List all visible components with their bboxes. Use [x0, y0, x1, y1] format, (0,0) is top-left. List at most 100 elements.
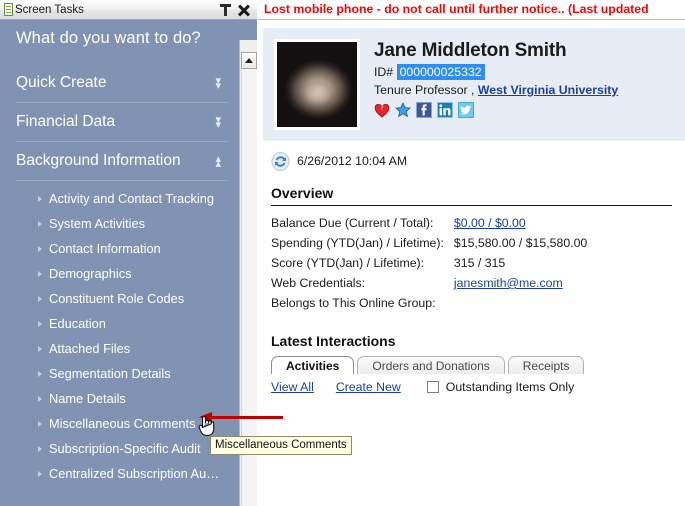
panel-title: Screen Tasks [15, 3, 84, 16]
overview-value: $0.00 / $0.00 [454, 213, 587, 233]
group-label: Background Information [16, 152, 181, 169]
scroll-up-arrow-icon[interactable] [241, 52, 257, 69]
profile-card: Jane Middleton Smith ID# 000000025332 Te… [263, 28, 685, 141]
main-content: Lost mobile phone - do not call until fu… [258, 0, 685, 506]
triangle-right-icon [38, 320, 42, 327]
panel-titlebar: Screen Tasks [0, 0, 257, 20]
chevron-down-icon: ▾ ▾ [215, 75, 220, 92]
sidebar-item-education[interactable]: Education [0, 311, 239, 336]
sidebar-item-constituent-role-codes[interactable]: Constituent Role Codes [0, 286, 239, 311]
profile-id-value[interactable]: 000000025332 [396, 64, 485, 80]
triangle-right-icon [38, 395, 42, 402]
sidebar-item-centralized-subscription-audit[interactable]: Centralized Subscription Au… [0, 461, 239, 486]
background-information-items: Activity and Contact Tracking System Act… [0, 181, 239, 486]
sidebar-item-activity-and-contact-tracking[interactable]: Activity and Contact Tracking [0, 186, 239, 211]
overview-value: 315 / 315 [453, 256, 506, 270]
profile-id-label: ID# [374, 65, 394, 79]
interactions-toolbar: View All Create New Outstanding Items On… [271, 374, 685, 394]
sidebar-item-label: Education [49, 316, 106, 331]
triangle-right-icon [38, 220, 42, 227]
chevron-down-icon: ▾ ▾ [215, 114, 220, 131]
panel-grip-icon [4, 3, 13, 16]
application-window: Screen Tasks What do you want to do? Qui… [0, 0, 685, 506]
profile-info: Jane Middleton Smith ID# 000000025332 Te… [360, 39, 675, 118]
last-updated-timestamp: 6/26/2012 10:04 AM [297, 154, 408, 168]
group-quick-create[interactable]: Quick Create ▾ ▾ [16, 64, 228, 103]
overview-label: Spending (YTD(Jan) / Lifetime): [271, 236, 444, 250]
sidebar-item-contact-information[interactable]: Contact Information [0, 236, 239, 261]
linkedin-icon[interactable] [437, 102, 453, 118]
group-financial-data[interactable]: Financial Data ▾ ▾ [16, 103, 228, 142]
sidebar-item-label: Demographics [49, 266, 132, 281]
overview-value: $15,580.00 / $15,580.00 [453, 236, 588, 250]
tab-receipts[interactable]: Receipts [507, 356, 585, 374]
heart-icon[interactable]: ? [374, 102, 390, 118]
sidebar-item-miscellaneous-comments[interactable]: Miscellaneous Comments [0, 411, 239, 436]
sidebar-item-label: Name Details [49, 391, 126, 406]
interactions-section-title: Latest Interactions [271, 333, 396, 349]
triangle-right-icon [38, 420, 42, 427]
table-row: Web Credentials: janesmith@me.com [271, 273, 587, 293]
twitter-icon[interactable] [458, 102, 474, 118]
task-scroll-area: Quick Create ▾ ▾ Financial Data ▾ ▾ Backgr… [0, 64, 239, 506]
table-row: Balance Due (Current / Total): $0.00 / $… [271, 213, 587, 233]
sidebar-item-label: Centralized Subscription Au… [49, 466, 220, 481]
group-background-information[interactable]: Background Information ▴ ▴ [16, 142, 228, 181]
view-all-link[interactable]: View All [271, 380, 314, 394]
alert-banner: Lost mobile phone - do not call until fu… [258, 0, 685, 20]
sidebar-item-demographics[interactable]: Demographics [0, 261, 239, 286]
triangle-right-icon [38, 470, 42, 477]
group-label: Quick Create [16, 74, 107, 91]
outstanding-items-filter: Outstanding Items Only [426, 380, 575, 394]
triangle-right-icon [38, 345, 42, 352]
panel-titlebar-buttons [220, 3, 250, 16]
overview-label: Balance Due (Current / Total): [271, 216, 434, 230]
table-row: Score (YTD(Jan) / Lifetime): 315 / 315 [271, 253, 587, 273]
close-icon[interactable] [238, 4, 250, 16]
profile-id-row: ID# 000000025332 [374, 64, 675, 80]
sidebar-item-segmentation-details[interactable]: Segmentation Details [0, 361, 239, 386]
overview-table: Balance Due (Current / Total): $0.00 / $… [271, 213, 587, 313]
refresh-icon[interactable] [271, 151, 290, 171]
profile-organization-link[interactable]: West Virginia University [478, 83, 618, 97]
avatar [277, 42, 357, 127]
sidebar-item-label: System Activities [49, 216, 146, 231]
sidebar-item-name-details[interactable]: Name Details [0, 386, 239, 411]
sidebar-item-label: Attached Files [49, 341, 131, 356]
star-icon[interactable] [395, 102, 411, 118]
sidebar-item-subscription-specific-audit[interactable]: Subscription-Specific Audit [0, 436, 239, 461]
group-label: Financial Data [16, 113, 116, 130]
table-row: Belongs to This Online Group: [271, 293, 587, 313]
overview-section-title: Overview [271, 185, 334, 201]
panel-heading: What do you want to do? [16, 29, 201, 47]
svg-text:?: ? [380, 105, 383, 112]
page-title: Jane Middleton Smith [374, 40, 567, 61]
facebook-icon[interactable] [416, 102, 432, 118]
overview-value [454, 293, 587, 313]
outstanding-items-label: Outstanding Items Only [445, 380, 575, 394]
triangle-right-icon [38, 195, 42, 202]
avatar-frame [274, 39, 360, 130]
create-new-link[interactable]: Create New [336, 380, 401, 394]
sidebar-item-label: Constituent Role Codes [49, 291, 185, 306]
screen-tasks-panel: Screen Tasks What do you want to do? Qui… [0, 0, 257, 506]
sidebar-item-label: Contact Information [49, 241, 161, 256]
overview-label: Score (YTD(Jan) / Lifetime): [271, 256, 425, 270]
profile-title-row: Tenure Professor , West Virginia Univers… [374, 83, 675, 97]
pin-icon[interactable] [220, 3, 231, 16]
table-row: Spending (YTD(Jan) / Lifetime): $15,580.… [271, 233, 587, 253]
tooltip: Miscellaneous Comments [210, 436, 352, 455]
web-credentials-link[interactable]: janesmith@me.com [454, 276, 563, 290]
overview-divider [271, 205, 672, 206]
sidebar-item-system-activities[interactable]: System Activities [0, 211, 239, 236]
outstanding-items-checkbox[interactable] [426, 381, 439, 393]
tab-orders-and-donations[interactable]: Orders and Donations [357, 356, 505, 374]
sidebar-item-label: Activity and Contact Tracking [49, 191, 215, 206]
profile-job-title: Tenure Professor , [374, 83, 475, 97]
tab-activities[interactable]: Activities [271, 356, 355, 374]
balance-due-link[interactable]: $0.00 / $0.00 [454, 216, 526, 230]
sidebar-item-label: Subscription-Specific Audit [49, 441, 201, 456]
sidebar-item-attached-files[interactable]: Attached Files [0, 336, 239, 361]
last-updated-row: 6/26/2012 10:04 AM [271, 151, 685, 171]
interactions-tabs: Activities Orders and Donations Receipts [271, 355, 685, 374]
